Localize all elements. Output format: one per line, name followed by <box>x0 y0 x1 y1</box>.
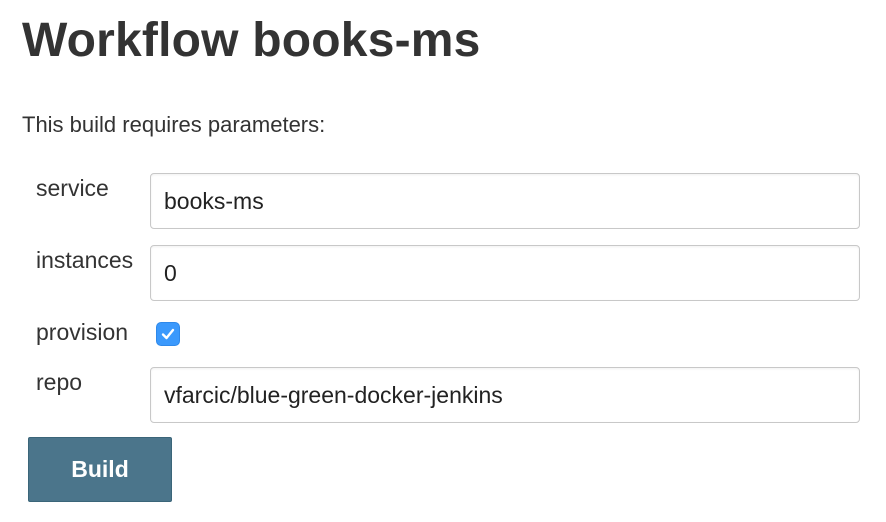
instances-label: instances <box>36 247 134 273</box>
service-input[interactable] <box>150 173 860 229</box>
provision-label: provision <box>36 319 129 345</box>
page-title: Workflow books-ms <box>22 14 481 67</box>
parameters-intro: This build requires parameters: <box>22 112 326 137</box>
build-button[interactable]: Build <box>28 437 172 502</box>
repo-label: repo <box>36 369 83 395</box>
service-label: service <box>36 175 109 201</box>
instances-input[interactable] <box>150 245 860 301</box>
repo-input[interactable] <box>150 367 860 423</box>
checkmark-icon <box>161 328 175 340</box>
provision-checkbox[interactable] <box>156 322 180 346</box>
